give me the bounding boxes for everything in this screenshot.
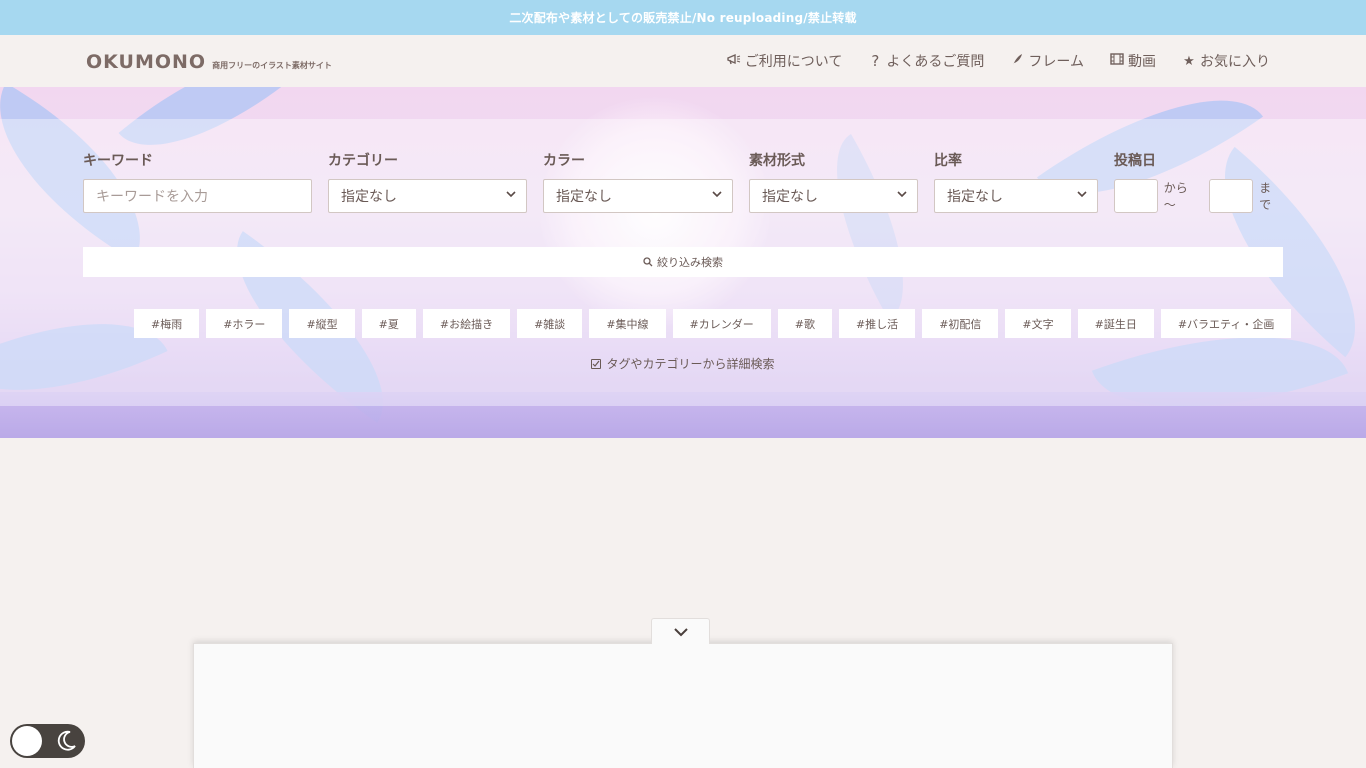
format-label: 素材形式 <box>749 153 805 169</box>
tag-item[interactable]: #雑談 <box>517 309 583 338</box>
color-label: カラー <box>543 153 585 169</box>
tag-item[interactable]: #梅雨 <box>134 309 200 338</box>
chevron-down-icon <box>1077 191 1087 198</box>
format-select[interactable]: 指定なし <box>749 179 918 213</box>
site-logo[interactable]: OKUMONO 商用フリーのイラスト素材サイト <box>86 51 332 73</box>
tag-list: #梅雨 #ホラー #縦型 #夏 #お絵描き #雑談 #集中線 #カレンダー #歌… <box>134 309 1292 338</box>
feather-icon <box>1010 53 1024 70</box>
category-value: 指定なし <box>341 189 397 205</box>
date-from-text: から 〜 <box>1163 181 1188 212</box>
tag-item[interactable]: #バラエティ・企画 <box>1160 309 1292 338</box>
checkbox-icon <box>591 358 602 369</box>
category-field: カテゴリー 指定なし <box>328 150 527 213</box>
tag-item[interactable]: #お絵描き <box>422 309 511 338</box>
nav-item-usage[interactable]: ご利用について <box>727 51 843 71</box>
keyword-placeholder: キーワードを入力 <box>96 189 208 205</box>
date-label: 投稿日 <box>1114 153 1156 169</box>
color-field: カラー 指定なし <box>543 150 733 213</box>
notice-banner: 二次配布や素材としての販売禁止/No reuploading/禁止转载 <box>0 0 1366 35</box>
nav-item-faq[interactable]: ? よくあるご質問 <box>868 51 984 71</box>
color-value: 指定なし <box>556 189 612 205</box>
tag-item[interactable]: #ホラー <box>206 309 283 338</box>
tag-item[interactable]: #縦型 <box>289 309 355 338</box>
category-label: カテゴリー <box>328 153 398 169</box>
chevron-down-icon <box>712 191 722 198</box>
nav-label-faq: よくあるご質問 <box>886 54 985 70</box>
format-field: 素材形式 指定なし <box>749 150 918 213</box>
star-icon: ★ <box>1183 53 1195 69</box>
date-field: 投稿日 から 〜 まで <box>1114 150 1283 213</box>
date-to-text: まで <box>1259 181 1272 212</box>
site-header: OKUMONO 商用フリーのイラスト素材サイト ご利用について ? よくあるご質… <box>0 35 1366 87</box>
panel-toggle-button[interactable] <box>651 618 710 644</box>
tag-item[interactable]: #文字 <box>1005 309 1071 338</box>
dark-mode-toggle[interactable] <box>10 724 85 758</box>
tag-item[interactable]: #集中線 <box>589 309 666 338</box>
keyword-field: キーワード キーワードを入力 <box>83 150 312 213</box>
chevron-down-icon <box>673 627 688 636</box>
logo-tagline: 商用フリーのイラスト素材サイト <box>212 61 332 70</box>
bottom-panel <box>193 643 1173 768</box>
megaphone-icon <box>727 53 741 70</box>
date-from-input[interactable] <box>1114 179 1158 213</box>
nav-item-video[interactable]: 動画 <box>1110 51 1156 71</box>
category-select[interactable]: 指定なし <box>328 179 527 213</box>
tag-item[interactable]: #推し活 <box>838 309 916 338</box>
detail-search-label: タグやカテゴリーから詳細検索 <box>606 357 775 371</box>
toggle-knob <box>12 726 42 756</box>
tag-item[interactable]: #カレンダー <box>672 309 771 338</box>
ratio-label: 比率 <box>934 153 962 169</box>
format-value: 指定なし <box>762 189 818 205</box>
keyword-input[interactable]: キーワードを入力 <box>83 179 312 213</box>
filter-search-button[interactable]: 絞り込み検索 <box>83 247 1283 277</box>
nav-label-favorites: お気に入り <box>1200 54 1270 70</box>
nav-item-favorites[interactable]: ★ お気に入り <box>1182 51 1270 71</box>
filter-search-label: 絞り込み検索 <box>657 256 723 269</box>
tag-item[interactable]: #誕生日 <box>1077 309 1154 338</box>
tag-item[interactable]: #歌 <box>777 309 832 338</box>
chevron-down-icon <box>506 191 516 198</box>
keyword-label: キーワード <box>83 153 153 169</box>
ratio-select[interactable]: 指定なし <box>934 179 1098 213</box>
tag-item[interactable]: #初配信 <box>922 309 999 338</box>
logo-text: OKUMONO <box>86 51 207 73</box>
date-range: から 〜 まで <box>1114 179 1283 213</box>
main-nav: ご利用について ? よくあるご質問 フレーム 動画 ★ お気に入り <box>727 35 1270 87</box>
date-to-input[interactable] <box>1209 179 1254 213</box>
film-icon <box>1110 53 1124 69</box>
nav-label-video: 動画 <box>1128 54 1156 70</box>
nav-label-frame: フレーム <box>1028 54 1084 70</box>
tag-item[interactable]: #夏 <box>361 309 416 338</box>
nav-label-usage: ご利用について <box>744 54 843 70</box>
search-icon <box>643 257 653 267</box>
ratio-field: 比率 指定なし <box>934 150 1098 213</box>
chevron-down-icon <box>897 191 907 198</box>
question-icon: ? <box>871 52 880 70</box>
nav-item-frame[interactable]: フレーム <box>1010 51 1084 71</box>
detail-search-link[interactable]: タグやカテゴリーから詳細検索 <box>0 355 1366 372</box>
ratio-value: 指定なし <box>947 189 1003 205</box>
moon-icon <box>57 730 76 751</box>
color-select[interactable]: 指定なし <box>543 179 733 213</box>
